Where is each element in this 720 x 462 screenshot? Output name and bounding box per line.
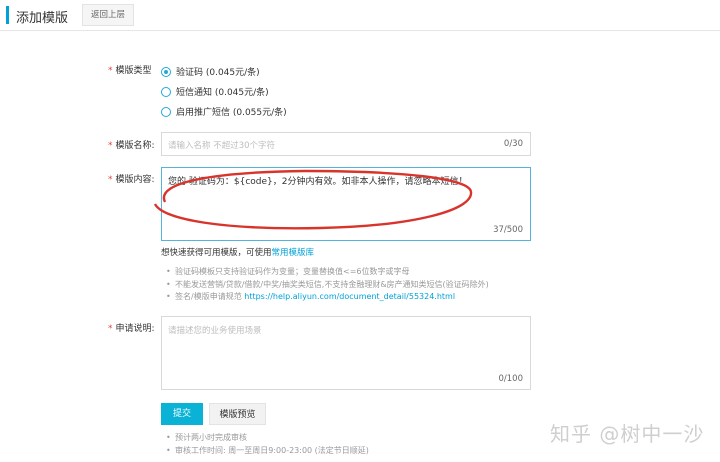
radio-option-label: 验证码 (0.045元/条) bbox=[176, 68, 260, 78]
template-library-link[interactable]: 常用模版库 bbox=[272, 248, 315, 258]
rule-prefix: 签名/模版申请规范 bbox=[175, 292, 242, 301]
required-mark: * bbox=[108, 175, 113, 185]
name-label-text: 模版名称: bbox=[115, 141, 155, 151]
page-title: 添加模版 bbox=[16, 11, 69, 26]
radio-option-notification[interactable]: 短信通知 (0.045元/条) bbox=[161, 85, 269, 98]
rule-doc-link[interactable]: https://help.aliyun.com/document_detail/… bbox=[244, 292, 455, 301]
required-mark: * bbox=[108, 66, 113, 76]
type-label: * 模版类型 bbox=[108, 63, 152, 76]
type-label-text: 模版类型 bbox=[115, 66, 152, 76]
name-placeholder: 请输入名称 不超过30个字符 bbox=[168, 141, 276, 151]
red-annotation-ellipse bbox=[153, 169, 473, 230]
quick-template-hint: 想快速获得可用模版，可使用常用模版库 bbox=[161, 246, 314, 258]
rule-item: 验证码模板只支持验证码作为变量；变量替换值<=6位数字或字母 bbox=[166, 266, 489, 279]
rule-item: 签名/模版申请规范 https://help.aliyun.com/docume… bbox=[166, 291, 489, 304]
submit-button[interactable]: 提交 bbox=[161, 403, 203, 425]
name-char-count: 0/30 bbox=[503, 139, 523, 149]
reason-char-count: 0/100 bbox=[498, 374, 524, 384]
content-char-count: 37/500 bbox=[493, 225, 523, 235]
rules-list: 验证码模板只支持验证码作为变量；变量替换值<=6位数字或字母 不能发送营销/贷款… bbox=[165, 266, 489, 304]
reason-label: * 申请说明: bbox=[108, 321, 155, 334]
radio-option-label: 启用推广短信 (0.055元/条) bbox=[176, 108, 287, 118]
note-item: 审核工作时间: 周一至周日9:00-23:00 (法定节日顺延) bbox=[166, 445, 369, 458]
radio-option-label: 短信通知 (0.045元/条) bbox=[176, 88, 269, 98]
title-accent-bar bbox=[6, 6, 9, 24]
template-name-input[interactable]: 请输入名称 不超过30个字符 0/30 bbox=[161, 132, 531, 156]
radio-unselected-icon[interactable] bbox=[161, 106, 171, 117]
application-reason-textarea[interactable]: 请描述您的业务使用场景 0/100 bbox=[161, 316, 531, 390]
note-item: 预计两小时完成审核 bbox=[166, 432, 369, 445]
quick-hint-text: 想快速获得可用模版，可使用 bbox=[161, 248, 272, 258]
review-notes: 预计两小时完成审核 审核工作时间: 周一至周日9:00-23:00 (法定节日顺… bbox=[165, 432, 369, 457]
reason-label-text: 申请说明: bbox=[115, 324, 155, 334]
required-mark: * bbox=[108, 324, 113, 334]
required-mark: * bbox=[108, 141, 113, 151]
rule-item: 不能发送营销/贷款/借款/中奖/抽奖类短信,不支持金融理财&房产通知类短信(验证… bbox=[166, 279, 489, 292]
top-bar: 添加模版 返回上层 bbox=[0, 0, 720, 31]
watermark: 知乎 @树中一沙 bbox=[550, 422, 705, 446]
back-button[interactable]: 返回上层 bbox=[82, 4, 135, 26]
preview-button[interactable]: 模版预览 bbox=[209, 403, 266, 425]
radio-unselected-icon[interactable] bbox=[161, 86, 171, 97]
radio-option-promotion[interactable]: 启用推广短信 (0.055元/条) bbox=[161, 105, 287, 118]
name-label: * 模版名称: bbox=[108, 138, 155, 151]
radio-option-verification[interactable]: 验证码 (0.045元/条) bbox=[161, 65, 260, 78]
reason-placeholder: 请描述您的业务使用场景 bbox=[168, 326, 262, 336]
radio-selected-icon[interactable] bbox=[161, 66, 171, 77]
